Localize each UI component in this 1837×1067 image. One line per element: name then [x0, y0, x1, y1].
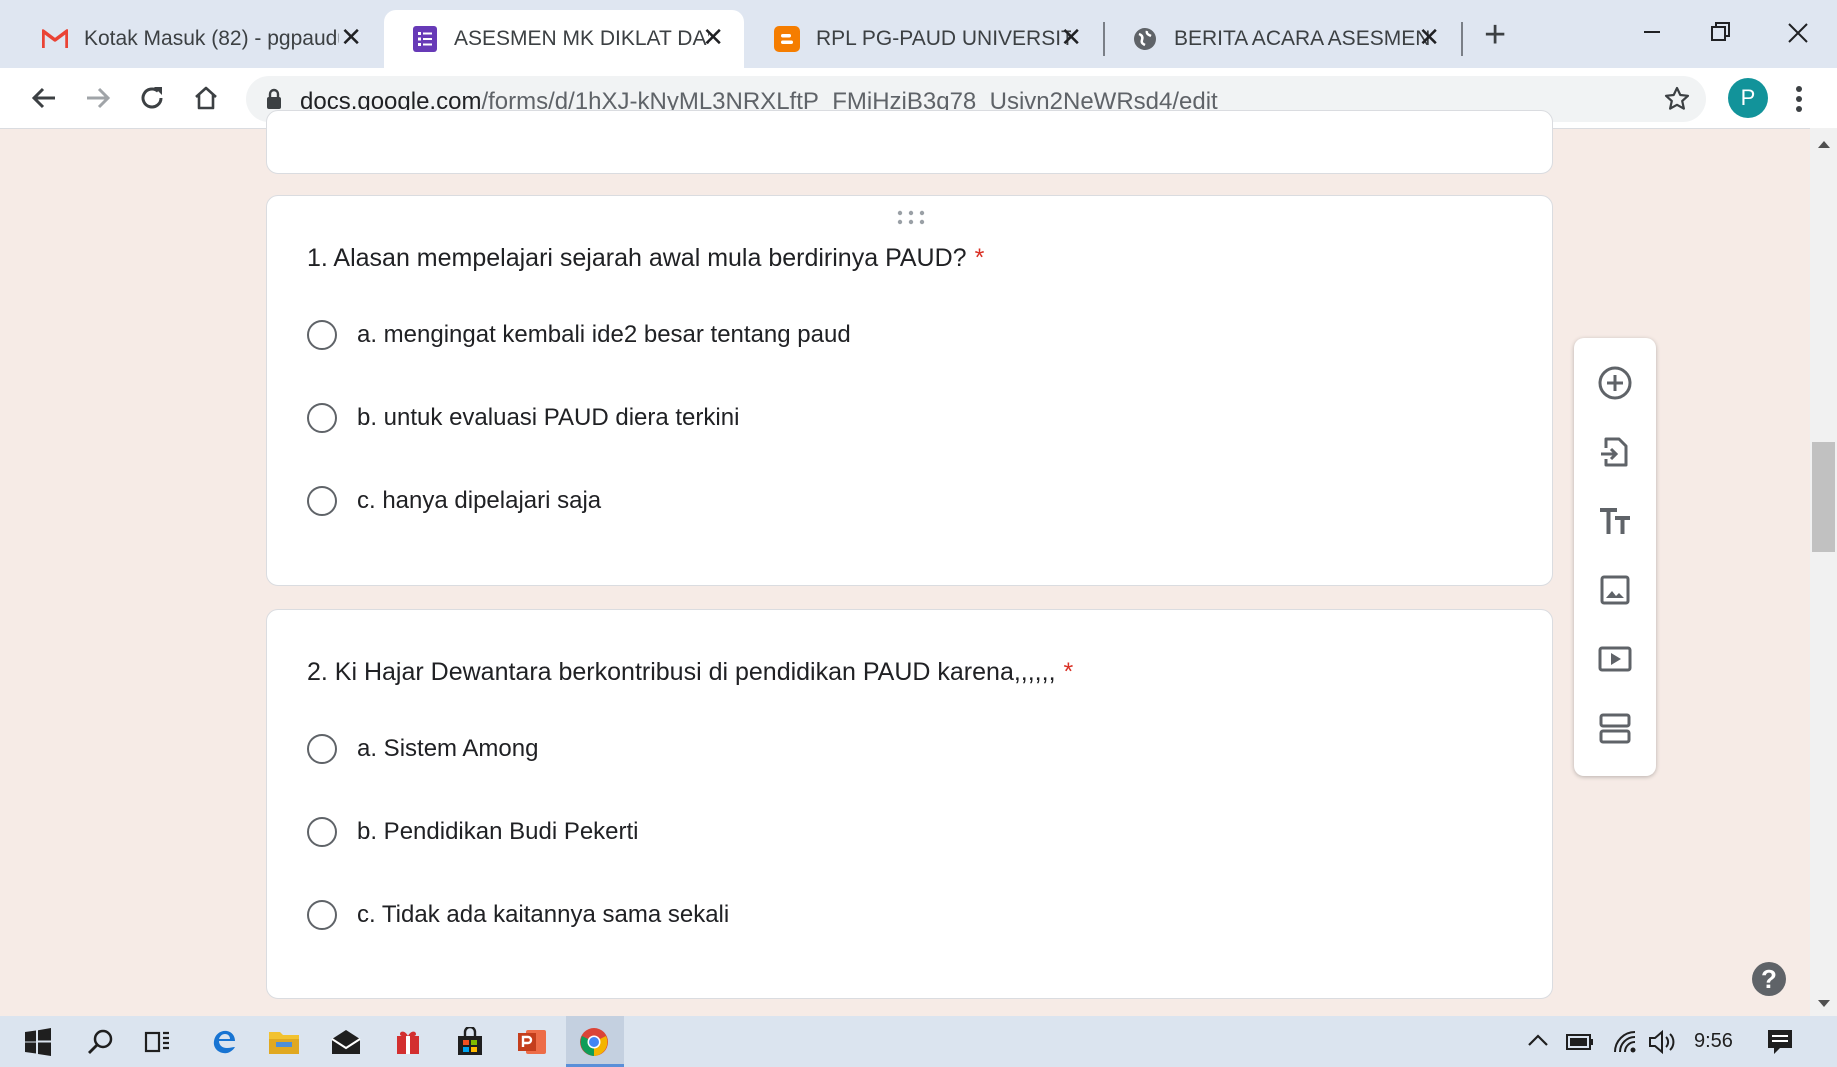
- question-title: 1. Alasan mempelajari sejarah awal mula …: [307, 244, 984, 273]
- blogger-icon: [774, 26, 800, 52]
- radio-button[interactable]: [307, 734, 337, 764]
- tab-title: Kotak Masuk (82) - pgpaudu: [84, 27, 339, 50]
- reload-button[interactable]: [134, 80, 170, 116]
- question-title: 2. Ki Hajar Dewantara berkontribusi di p…: [307, 658, 1073, 687]
- add-section-icon[interactable]: [1594, 707, 1636, 749]
- add-title-icon[interactable]: [1594, 500, 1636, 542]
- tab-title: RPL PG-PAUD UNIVERSITAS I: [816, 27, 1071, 50]
- radio-button[interactable]: [307, 403, 337, 433]
- tab-close-icon[interactable]: ✕: [702, 22, 724, 53]
- new-tab-button[interactable]: +: [1484, 14, 1506, 57]
- previous-card: [266, 110, 1553, 174]
- radio-button[interactable]: [307, 486, 337, 516]
- battery-icon[interactable]: [1566, 1032, 1594, 1057]
- tab-separator: [1461, 22, 1463, 56]
- powerpoint-icon[interactable]: [514, 1024, 550, 1060]
- scrollbar-thumb[interactable]: [1812, 442, 1835, 552]
- wifi-icon[interactable]: [1612, 1029, 1638, 1060]
- tab-gmail[interactable]: Kotak Masuk (82) - pgpaudu ✕: [14, 10, 382, 68]
- scroll-down-icon[interactable]: [1818, 1000, 1830, 1008]
- tab-forms[interactable]: ASESMEN MK DIKLAT DASAR ✕: [384, 10, 744, 68]
- more-vertical-icon: [1796, 86, 1802, 112]
- notifications-icon[interactable]: [1766, 1028, 1794, 1061]
- back-arrow-icon: [31, 87, 55, 109]
- option-row[interactable]: b. Pendidikan Budi Pekerti: [307, 817, 639, 847]
- windows-taskbar: 9:56: [0, 1016, 1837, 1067]
- help-button[interactable]: ?: [1752, 962, 1786, 996]
- file-explorer-icon[interactable]: [266, 1024, 302, 1060]
- option-row[interactable]: b. untuk evaluasi PAUD diera terkini: [307, 403, 739, 433]
- option-row[interactable]: c. hanya dipelajari saja: [307, 486, 601, 516]
- option-label: a. Sistem Among: [357, 735, 539, 762]
- bookmark-star-icon[interactable]: [1664, 86, 1690, 117]
- volume-icon[interactable]: [1648, 1029, 1678, 1060]
- mail-icon[interactable]: [328, 1024, 364, 1060]
- edge-icon[interactable]: [206, 1024, 242, 1060]
- add-question-icon[interactable]: [1594, 362, 1636, 404]
- tab-strip: Kotak Masuk (82) - pgpaudu ✕ ASESMEN MK …: [0, 0, 1837, 68]
- option-label: c. hanya dipelajari saja: [357, 487, 602, 514]
- windows-start-icon[interactable]: [20, 1024, 56, 1060]
- store-icon[interactable]: [452, 1024, 488, 1060]
- task-view-icon[interactable]: [140, 1024, 176, 1060]
- scroll-up-icon[interactable]: [1818, 140, 1830, 148]
- radio-button[interactable]: [307, 900, 337, 930]
- radio-button[interactable]: [307, 817, 337, 847]
- form-side-toolbar: [1574, 338, 1656, 776]
- option-row[interactable]: c. Tidak ada kaitannya sama sekali: [307, 900, 729, 930]
- tab-close-icon[interactable]: ✕: [1418, 22, 1440, 53]
- page-scrollbar[interactable]: [1810, 128, 1837, 1016]
- tab-berita-acara[interactable]: BERITA ACARA ASESMEN-DA ✕: [1104, 10, 1460, 68]
- chrome-icon[interactable]: [576, 1024, 612, 1060]
- option-label: b. untuk evaluasi PAUD diera terkini: [357, 404, 740, 431]
- reload-icon: [141, 87, 163, 109]
- option-label: b. Pendidikan Budi Pekerti: [357, 818, 639, 845]
- clock-time[interactable]: 9:56: [1694, 1030, 1733, 1053]
- gift-app-icon[interactable]: [390, 1024, 426, 1060]
- tab-close-icon[interactable]: ✕: [1060, 22, 1082, 53]
- option-label: a. mengingat kembali ide2 besar tentang …: [357, 321, 851, 348]
- home-button[interactable]: [188, 80, 224, 116]
- question-text: 2. Ki Hajar Dewantara berkontribusi di p…: [307, 658, 1056, 686]
- minimize-button[interactable]: [1632, 18, 1672, 48]
- profile-avatar[interactable]: P: [1728, 78, 1768, 118]
- more-menu-button[interactable]: [1786, 82, 1812, 116]
- gmail-icon: [42, 26, 68, 52]
- forward-arrow-icon: [87, 87, 111, 109]
- required-asterisk: *: [1063, 658, 1074, 686]
- question-card-2[interactable]: 2. Ki Hajar Dewantara berkontribusi di p…: [266, 609, 1553, 999]
- search-icon[interactable]: [82, 1024, 118, 1060]
- required-asterisk: *: [974, 244, 985, 272]
- option-row[interactable]: a. mengingat kembali ide2 besar tentang …: [307, 320, 851, 350]
- back-button[interactable]: [26, 80, 62, 116]
- option-row[interactable]: a. Sistem Among: [307, 734, 538, 764]
- close-icon: [1788, 23, 1808, 43]
- tab-title: ASESMEN MK DIKLAT DASAR: [454, 27, 709, 50]
- add-video-icon[interactable]: [1594, 638, 1636, 680]
- tab-blogger[interactable]: RPL PG-PAUD UNIVERSITAS I ✕: [746, 10, 1102, 68]
- question-card-1[interactable]: 1. Alasan mempelajari sejarah awal mula …: [266, 195, 1553, 586]
- restore-icon: [1711, 22, 1730, 41]
- drag-handle-icon[interactable]: [897, 210, 925, 231]
- globe-icon: [1132, 26, 1158, 52]
- question-text: 1. Alasan mempelajari sejarah awal mula …: [307, 244, 967, 272]
- forward-button[interactable]: [80, 80, 116, 116]
- minimize-icon: [1644, 31, 1660, 33]
- close-window-button[interactable]: [1778, 16, 1818, 50]
- option-label: c. Tidak ada kaitannya sama sekali: [357, 901, 730, 928]
- tab-title: BERITA ACARA ASESMEN-DA: [1174, 27, 1429, 50]
- add-image-icon[interactable]: [1594, 569, 1636, 611]
- import-questions-icon[interactable]: [1594, 431, 1636, 473]
- tab-close-icon[interactable]: ✕: [340, 22, 362, 53]
- google-forms-icon: [412, 26, 438, 52]
- chevron-up-icon[interactable]: [1526, 1030, 1550, 1055]
- home-icon: [195, 86, 217, 110]
- radio-button[interactable]: [307, 320, 337, 350]
- restore-button[interactable]: [1700, 18, 1740, 48]
